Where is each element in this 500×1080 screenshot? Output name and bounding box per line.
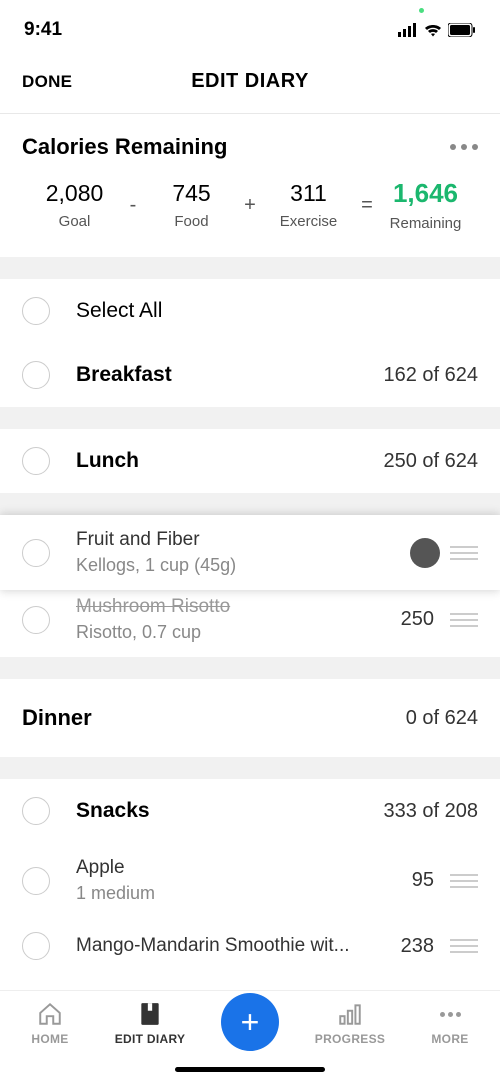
tab-label: HOME — [31, 1032, 68, 1046]
camera-indicator — [419, 8, 424, 13]
calories-title: Calories Remaining — [22, 134, 227, 160]
food-value: 745 — [143, 180, 240, 207]
remaining-label: Remaining — [377, 215, 474, 232]
plus-op: + — [240, 194, 260, 217]
more-icon — [437, 1001, 463, 1027]
wifi-icon — [424, 23, 442, 37]
food-detail: Risotto, 0.7 cup — [76, 622, 401, 643]
food-cal: 238 — [401, 935, 434, 958]
food-checkbox[interactable] — [22, 867, 50, 895]
status-time: 9:41 — [24, 19, 62, 41]
tab-label: MORE — [431, 1032, 468, 1046]
divider — [0, 757, 500, 779]
tab-progress[interactable]: PROGRESS — [300, 1001, 400, 1046]
drag-handle-icon[interactable] — [450, 874, 478, 888]
food-cal: 95 — [412, 869, 434, 892]
drag-touch-indicator — [410, 538, 440, 568]
food-checkbox[interactable] — [22, 932, 50, 960]
status-icons — [398, 23, 476, 37]
food-row[interactable]: Mushroom Risotto Risotto, 0.7 cup 250 — [0, 590, 500, 657]
dinner-label: Dinner — [22, 705, 92, 731]
select-all-row[interactable]: Select All — [0, 279, 500, 343]
more-icon[interactable] — [450, 144, 478, 150]
select-all-label: Select All — [76, 299, 478, 323]
drag-handle-icon[interactable] — [450, 939, 478, 953]
add-button[interactable]: + — [221, 993, 279, 1051]
snacks-checkbox[interactable] — [22, 797, 50, 825]
lunch-label: Lunch — [76, 449, 383, 473]
food-name: Mushroom Risotto — [76, 596, 401, 618]
divider — [0, 493, 500, 515]
food-row-dragging[interactable]: Fruit and Fiber Kellogs, 1 cup (45g) 16 — [0, 515, 500, 590]
equals-op: = — [357, 194, 377, 217]
status-bar: 9:41 — [0, 0, 500, 50]
food-checkbox[interactable] — [22, 606, 50, 634]
food-detail: Kellogs, 1 cup (45g) — [76, 555, 412, 576]
done-button[interactable]: DONE — [22, 72, 72, 92]
breakfast-checkbox[interactable] — [22, 361, 50, 389]
snacks-header[interactable]: Snacks 333 of 208 — [0, 779, 500, 843]
page-title: EDIT DIARY — [191, 70, 309, 93]
progress-icon — [337, 1001, 363, 1027]
breakfast-header[interactable]: Breakfast 162 of 624 — [0, 343, 500, 407]
home-icon — [37, 1001, 63, 1027]
drag-handle-icon[interactable] — [450, 546, 478, 560]
tab-label: EDIT DIARY — [115, 1032, 186, 1046]
food-name: Apple — [76, 857, 412, 879]
tab-more[interactable]: MORE — [400, 1001, 500, 1046]
dinner-count: 0 of 624 — [406, 707, 478, 730]
select-all-checkbox[interactable] — [22, 297, 50, 325]
food-row[interactable]: Mango-Mandarin Smoothie wit... 238 — [0, 918, 500, 974]
exercise-label: Exercise — [260, 213, 357, 230]
diary-icon — [137, 1001, 163, 1027]
dinner-header[interactable]: Dinner 0 of 624 — [0, 679, 500, 757]
battery-icon — [448, 23, 476, 37]
divider — [0, 257, 500, 279]
exercise-value: 311 — [260, 180, 357, 207]
tab-diary[interactable]: EDIT DIARY — [100, 1001, 200, 1046]
food-detail: 1 medium — [76, 883, 412, 904]
minus-op: - — [123, 194, 143, 217]
goal-label: Goal — [26, 213, 123, 230]
lunch-count: 250 of 624 — [383, 450, 478, 473]
drag-handle-icon[interactable] — [450, 613, 478, 627]
calories-section: Calories Remaining 2,080 Goal - 745 Food… — [0, 114, 500, 257]
remaining-value: 1,646 — [377, 178, 474, 209]
tab-home[interactable]: HOME — [0, 1001, 100, 1046]
breakfast-label: Breakfast — [76, 363, 383, 387]
food-row[interactable]: Apple 1 medium 95 — [0, 843, 500, 918]
food-label: Food — [143, 213, 240, 230]
food-cal: 250 — [401, 608, 434, 631]
tab-add[interactable]: + — [200, 1001, 300, 1051]
cellular-icon — [398, 23, 418, 37]
food-name: Fruit and Fiber — [76, 529, 412, 551]
snacks-count: 333 of 208 — [383, 800, 478, 823]
divider — [0, 407, 500, 429]
tab-label: PROGRESS — [315, 1032, 385, 1046]
goal-value: 2,080 — [26, 180, 123, 207]
divider — [0, 657, 500, 679]
lunch-checkbox[interactable] — [22, 447, 50, 475]
snacks-label: Snacks — [76, 799, 383, 823]
food-checkbox[interactable] — [22, 539, 50, 567]
lunch-header[interactable]: Lunch 250 of 624 — [0, 429, 500, 493]
breakfast-count: 162 of 624 — [383, 364, 478, 387]
home-indicator[interactable] — [175, 1067, 325, 1072]
header: DONE EDIT DIARY — [0, 50, 500, 114]
food-name: Mango-Mandarin Smoothie wit... — [76, 935, 401, 957]
